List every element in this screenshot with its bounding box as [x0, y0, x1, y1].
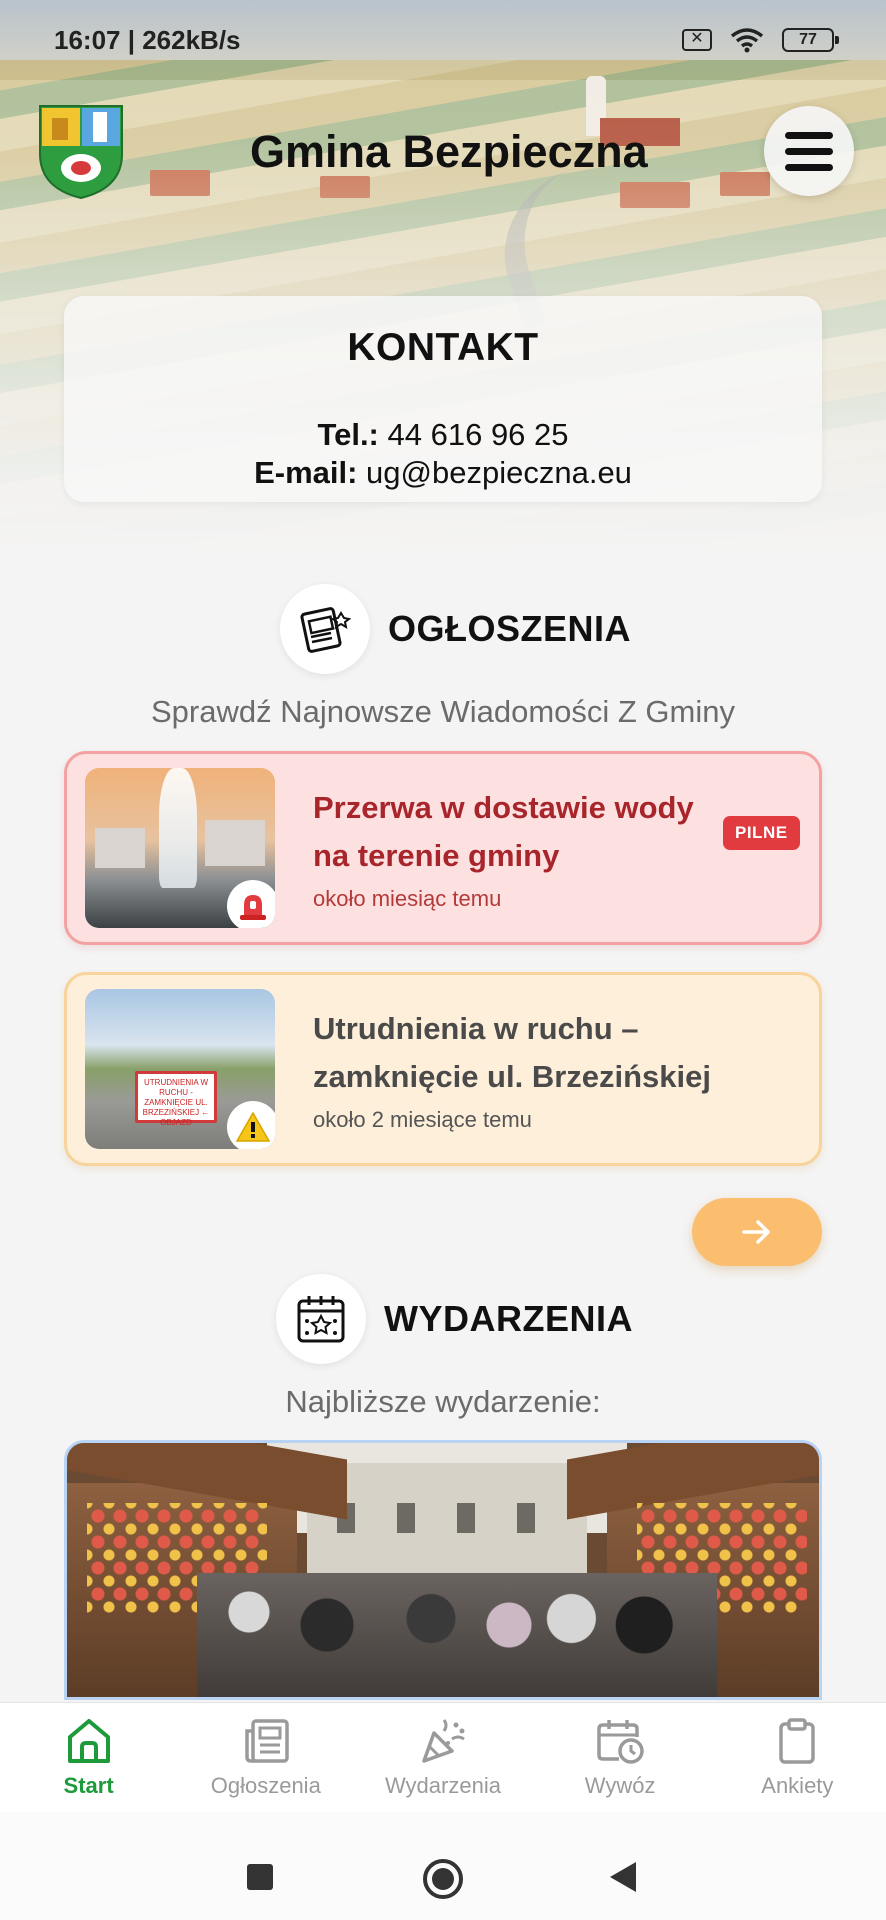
news-title: Przerwa w dostawie wody na terenie gminy	[313, 790, 694, 873]
calendar-star-icon	[276, 1274, 366, 1364]
road-sign: UTRUDNIENIA W RUCHU - ZAMKNIĘCIE UL. BRZ…	[135, 1071, 217, 1127]
home-icon	[67, 1718, 110, 1763]
more-announcements-button[interactable]	[692, 1198, 822, 1266]
battery-indicator: 77	[782, 28, 839, 52]
newspaper-icon	[280, 584, 370, 674]
contact-title: KONTAKT	[347, 326, 539, 369]
announcements-header: OGŁOSZENIA	[280, 584, 631, 674]
event-building	[307, 1463, 587, 1573]
news-card-traffic[interactable]: UTRUDNIENIA W RUCHU - ZAMKNIĘCIE UL. BRZ…	[64, 972, 822, 1166]
recent-apps-button[interactable]	[247, 1864, 273, 1890]
bottom-navigation: Start Ogłoszenia Wydarzenia Wywóz Ankiet…	[0, 1702, 886, 1812]
announcements-subtitle: Sprawdź Najnowsze Wiadomości Z Gminy	[150, 694, 735, 729]
back-button[interactable]	[610, 1862, 636, 1892]
nav-surveys[interactable]: Ankiety	[717, 1717, 877, 1799]
events-title: WYDARZENIA	[384, 1298, 633, 1339]
status-bar: 16:07 | 262kB/s ✕ 77	[0, 0, 886, 80]
event-card[interactable]	[64, 1440, 822, 1700]
nav-waste[interactable]: Wywóz	[540, 1717, 700, 1799]
menu-button[interactable]	[764, 106, 854, 196]
nav-announcements[interactable]: Ogłoszenia	[186, 1717, 346, 1799]
nav-events[interactable]: Wydarzenia	[363, 1717, 523, 1799]
news-thumbnail: UTRUDNIENIA W RUCHU - ZAMKNIĘCIE UL. BRZ…	[85, 989, 275, 1149]
system-navigation-bar	[0, 1812, 886, 1920]
events-header: WYDARZENIA	[276, 1274, 633, 1364]
event-crowd	[197, 1573, 717, 1697]
news-card-urgent[interactable]: Przerwa w dostawie wody na terenie gminy…	[64, 751, 822, 945]
calendar-clock-icon	[597, 1719, 644, 1764]
arrow-right-icon	[742, 1220, 770, 1244]
urgent-badge: PILNE	[723, 816, 800, 850]
home-button[interactable]	[423, 1859, 463, 1899]
hamburger-menu-icon	[785, 131, 833, 139]
news-time: około miesiąc temu	[313, 886, 502, 911]
newspaper-icon	[245, 1718, 289, 1763]
nav-start[interactable]: Start	[9, 1717, 169, 1799]
clipboard-icon	[779, 1717, 816, 1764]
announcements-title: OGŁOSZENIA	[388, 608, 632, 649]
sim-disabled-icon: ✕	[682, 29, 712, 51]
coat-of-arms-logo	[39, 105, 123, 200]
warning-icon	[227, 1101, 275, 1149]
news-thumbnail	[85, 768, 275, 928]
party-popper-icon	[422, 1718, 465, 1763]
news-title: Utrudnienia w ruchu – zamknięcie ul. Brz…	[313, 1011, 712, 1094]
status-time: 16:07 | 262kB/s	[54, 24, 241, 55]
events-subtitle: Najbliższe wydarzenie:	[285, 1384, 601, 1419]
contact-phone[interactable]: Tel.: 44 616 96 25	[64, 416, 822, 454]
app-title: Gmina Bezpieczna	[250, 126, 648, 177]
news-time: około 2 miesiące temu	[313, 1107, 532, 1132]
contact-card: KONTAKT Tel.: 44 616 96 25 E-mail: ug@be…	[64, 296, 822, 502]
contact-email[interactable]: E-mail: ug@bezpieczna.eu	[64, 454, 822, 492]
siren-icon	[227, 880, 275, 928]
wifi-icon	[730, 28, 764, 53]
